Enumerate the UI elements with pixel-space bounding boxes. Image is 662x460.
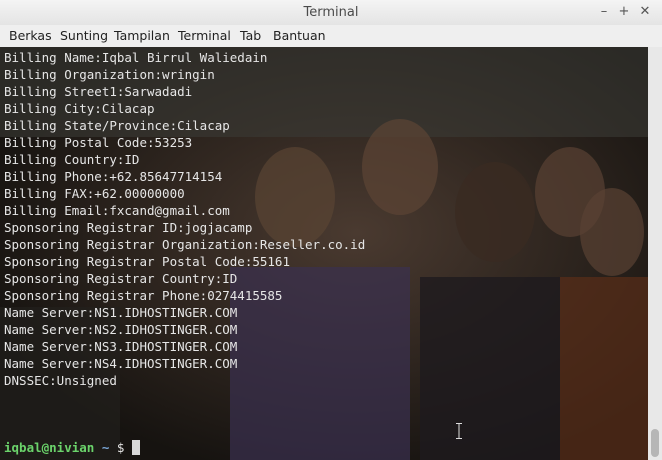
shell-prompt[interactable]: iqbal@nivian ~ $	[4, 439, 140, 456]
output-line: DNSSEC:Unsigned	[4, 373, 117, 388]
window-title: Terminal	[303, 5, 359, 20]
menu-berkas[interactable]: Berkas	[9, 28, 52, 43]
menu-tab[interactable]: Tab	[240, 28, 261, 43]
output-line: Name Server:NS4.IDHOSTINGER.COM	[4, 356, 238, 371]
prompt-user-host: iqbal@nivian	[4, 440, 95, 455]
terminal-output: Billing Name:Iqbal Birrul Waliedain Bill…	[4, 49, 365, 389]
menu-bar: Berkas Sunting Tampilan Terminal Tab Ban…	[0, 25, 662, 47]
output-line: Billing Street1:Sarwadadi	[4, 84, 193, 99]
output-line: Billing State/Province:Cilacap	[4, 118, 230, 133]
menu-tampilan[interactable]: Tampilan	[114, 28, 170, 43]
menu-bantuan[interactable]: Bantuan	[273, 28, 326, 43]
output-line: Sponsoring Registrar Phone:0274415585	[4, 288, 283, 303]
output-line: Sponsoring Registrar Postal Code:55161	[4, 254, 290, 269]
output-line: Billing City:Cilacap	[4, 101, 155, 116]
terminal-area[interactable]: Billing Name:Iqbal Birrul Waliedain Bill…	[0, 47, 648, 460]
terminal-window: Terminal – + ✕ Berkas Sunting Tampilan T…	[0, 0, 662, 460]
minimize-icon[interactable]: –	[596, 4, 612, 20]
output-line: Name Server:NS3.IDHOSTINGER.COM	[4, 339, 238, 354]
close-icon[interactable]: ✕	[637, 4, 653, 20]
output-line: Billing FAX:+62.00000000	[4, 186, 185, 201]
menu-terminal[interactable]: Terminal	[178, 28, 231, 43]
text-cursor	[131, 440, 140, 455]
prompt-path: ~	[101, 440, 110, 455]
maximize-icon[interactable]: +	[616, 4, 632, 20]
prompt-symbol: $	[116, 440, 125, 455]
mouse-ibeam-icon	[456, 423, 462, 439]
menu-sunting[interactable]: Sunting	[60, 28, 108, 43]
output-line: Billing Country:ID	[4, 152, 140, 167]
vertical-scrollbar[interactable]	[648, 47, 662, 460]
output-line: Billing Postal Code:53253	[4, 135, 193, 150]
output-line: Billing Email:fxcand@gmail.com	[4, 203, 230, 218]
output-line: Sponsoring Registrar Country:ID	[4, 271, 238, 286]
output-line: Billing Name:Iqbal Birrul Waliedain	[4, 50, 268, 65]
output-line: Name Server:NS1.IDHOSTINGER.COM	[4, 305, 238, 320]
scrollbar-thumb[interactable]	[651, 429, 659, 457]
output-line: Billing Organization:wringin	[4, 67, 215, 82]
output-line: Sponsoring Registrar Organization:Resell…	[4, 237, 366, 252]
output-line: Name Server:NS2.IDHOSTINGER.COM	[4, 322, 238, 337]
output-line: Sponsoring Registrar ID:jogjacamp	[4, 220, 253, 235]
title-bar[interactable]: Terminal – + ✕	[0, 0, 662, 25]
output-line: Billing Phone:+62.85647714154	[4, 169, 223, 184]
